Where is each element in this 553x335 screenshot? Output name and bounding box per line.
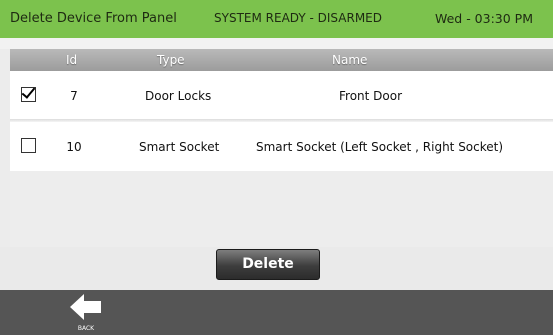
table-row[interactable]: 10 Smart Socket Smart Socket (Left Socke…: [10, 122, 553, 171]
cell-name: Smart Socket (Left Socket , Right Socket…: [256, 140, 504, 154]
device-table: Id Type Name 7 Door Locks Front Door 10 …: [10, 49, 553, 247]
cell-id: 10: [66, 140, 82, 154]
back-button[interactable]: BACK: [66, 292, 106, 334]
table-row[interactable]: 7 Door Locks Front Door: [10, 71, 553, 119]
row-checkbox[interactable]: [21, 87, 36, 102]
date-time: Wed - 03:30 PM: [434, 11, 533, 26]
column-header-type: Type: [157, 53, 185, 67]
column-header-name: Name: [332, 53, 368, 67]
page-title: Delete Device From Panel: [10, 11, 177, 26]
back-label: BACK: [77, 325, 95, 332]
delete-button[interactable]: Delete: [216, 249, 320, 280]
cell-id: 7: [70, 89, 78, 103]
footer-bar: BACK: [0, 290, 553, 335]
column-header-id: Id: [66, 53, 78, 67]
arrow-left-icon: [70, 294, 101, 320]
cell-type: Door Locks: [145, 89, 212, 103]
system-status: SYSTEM READY - DISARMED: [214, 11, 382, 25]
row-checkbox[interactable]: [21, 138, 36, 153]
cell-name: Front Door: [339, 89, 403, 103]
header-bar: Delete Device From Panel SYSTEM READY - …: [0, 0, 553, 38]
table-header: Id Type Name: [10, 49, 553, 71]
cell-type: Smart Socket: [139, 140, 220, 154]
header-divider: [0, 38, 553, 49]
